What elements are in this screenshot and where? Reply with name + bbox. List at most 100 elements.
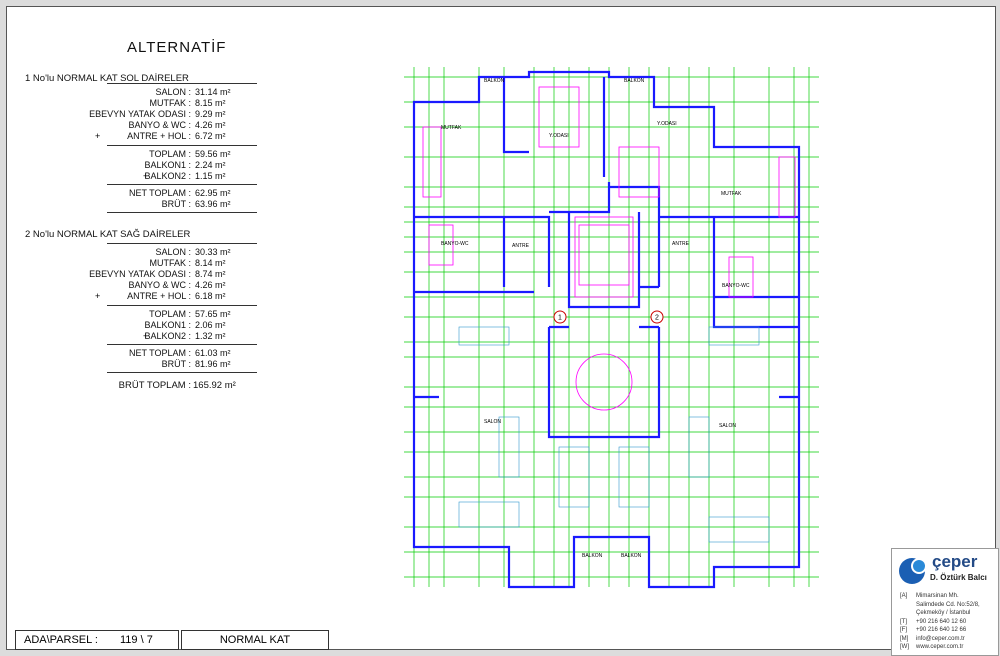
plus-sign: + bbox=[95, 131, 101, 141]
area-row-label: EBEVYN YATAK ODASI : bbox=[89, 109, 191, 119]
table-divider bbox=[107, 243, 257, 244]
area-row-label: SALON : bbox=[155, 247, 191, 257]
brut-row: BRÜT : 63.96 m² bbox=[107, 199, 247, 210]
area-row: ANTRE + HOL : 6.72 m² bbox=[107, 131, 247, 142]
table-divider bbox=[107, 344, 257, 345]
contact-value: +90 216 640 12 60 bbox=[916, 618, 967, 625]
toplam-row-label: TOPLAM : bbox=[149, 309, 191, 319]
plan-room-labels: BALKON BALKON Y.ODASI Y.ODASI MUTFAK MUTFAK BA… bbox=[441, 78, 750, 559]
area-row-label: BANYO & WC : bbox=[128, 280, 191, 290]
brut-row-label: BRÜT : bbox=[161, 359, 191, 369]
room-label: SALON bbox=[719, 423, 736, 429]
room-label: BANYO-WC bbox=[441, 241, 469, 247]
balkon1-row-value: 2.06 m² bbox=[195, 320, 226, 330]
company-block: çeper D. Öztürk Balcı [A] Mimarsinan Mh. S… bbox=[891, 548, 999, 656]
table-divider bbox=[107, 184, 257, 185]
area-row: BANYO & WC : 4.26 m² bbox=[107, 120, 247, 131]
area-row-value: 6.18 m² bbox=[195, 291, 226, 301]
brut-toplam-row: BRÜT TOPLAM : 165.92 m² bbox=[107, 380, 247, 391]
toplam-row: TOPLAM : 59.56 m² bbox=[107, 149, 247, 160]
table-divider bbox=[107, 145, 257, 146]
flat-number: 2 bbox=[655, 315, 659, 322]
area-row-value: 6.72 m² bbox=[195, 131, 226, 141]
floor-name-box: NORMAL KAT bbox=[181, 630, 329, 650]
balkon1-row-label: BALKON1 : bbox=[144, 160, 191, 170]
area-row: ANTRE + HOL : 6.18 m² bbox=[107, 291, 247, 302]
room-label: MUTFAK bbox=[441, 125, 462, 131]
kitchen-counter bbox=[422, 126, 442, 198]
balkon2-row: BALKON2 : 1.32 m² bbox=[107, 331, 247, 342]
room-label: BALKON bbox=[484, 78, 505, 84]
balkon1-row-value: 2.24 m² bbox=[195, 160, 226, 170]
room-label: ANTRE bbox=[672, 241, 690, 247]
area-row-label: BANYO & WC : bbox=[128, 120, 191, 130]
balkon2-row-value: 1.15 m² bbox=[195, 171, 226, 181]
contact-key: [M] bbox=[900, 635, 909, 642]
table-divider bbox=[107, 83, 257, 84]
room-label: Y.ODASI bbox=[549, 133, 569, 139]
contact-key: [W] bbox=[900, 644, 909, 650]
wall bbox=[549, 182, 661, 289]
brut-row-label: BRÜT : bbox=[161, 199, 191, 209]
area-row-label: EBEVYN YATAK ODASI : bbox=[89, 269, 191, 279]
contact-key: [F] bbox=[900, 627, 907, 633]
area-row-value: 30.33 m² bbox=[195, 247, 231, 257]
stairwell-icon bbox=[575, 353, 633, 411]
area-row: EBEVYN YATAK ODASI : 9.29 m² bbox=[89, 109, 247, 120]
net-toplam-row-label: NET TOPLAM : bbox=[128, 348, 191, 358]
section-heading-sag: 2 No'lu NORMAL KAT SAĞ DAİRELER bbox=[25, 229, 191, 240]
contact-value: www.ceper.com.tr bbox=[916, 644, 964, 650]
company-subtitle: D. Öztürk Balcı bbox=[930, 573, 987, 582]
area-row: MUTFAK : 8.14 m² bbox=[107, 258, 247, 269]
area-row-value: 4.26 m² bbox=[195, 280, 226, 290]
balkon2-row-value: 1.32 m² bbox=[195, 331, 226, 341]
net-toplam-row: NET TOPLAM : 62.95 m² bbox=[107, 188, 247, 199]
area-row-label: SALON : bbox=[155, 87, 191, 97]
room-label: BALKON bbox=[582, 553, 603, 559]
net-toplam-row-label: NET TOPLAM : bbox=[128, 188, 191, 198]
contact-value: info@ceper.com.tr bbox=[916, 635, 965, 642]
area-row-label: MUTFAK : bbox=[149, 98, 191, 108]
wall bbox=[414, 215, 551, 294]
plus-sign: + bbox=[143, 331, 149, 341]
contact-value: +90 216 640 12 66 bbox=[916, 627, 967, 633]
company-name: çeper bbox=[932, 552, 978, 571]
room-label: BALKON bbox=[624, 78, 645, 84]
furniture bbox=[708, 516, 770, 543]
balkon1-row: BALKON1 : 2.06 m² bbox=[107, 320, 247, 331]
bed bbox=[618, 146, 660, 198]
contact-value: Çekmeköy / İstanbul bbox=[916, 610, 971, 616]
area-row-value: 8.14 m² bbox=[195, 258, 226, 268]
area-row: SALON : 30.33 m² bbox=[107, 247, 247, 258]
room-label: Y.ODASI bbox=[657, 121, 677, 127]
area-row-label: MUTFAK : bbox=[149, 258, 191, 268]
balkon1-row: BALKON1 : 2.24 m² bbox=[107, 160, 247, 171]
brut-row-value: 63.96 m² bbox=[195, 199, 231, 209]
wall bbox=[567, 212, 641, 309]
room-label: MUTFAK bbox=[721, 191, 742, 197]
toplam-row-value: 59.56 m² bbox=[195, 149, 231, 159]
flat-number: 1 bbox=[558, 315, 562, 322]
area-row-label: ANTRE + HOL : bbox=[127, 291, 191, 301]
table-divider bbox=[107, 372, 257, 373]
page-title: ALTERNATİF bbox=[127, 39, 227, 56]
company-logo-icon bbox=[899, 558, 927, 584]
toplam-row: TOPLAM : 57.65 m² bbox=[107, 309, 247, 320]
contact-value: Salimdede Cd. No:52/8, bbox=[916, 601, 980, 608]
contact-value: Mimarsinan Mh. bbox=[916, 593, 959, 599]
furniture bbox=[498, 416, 520, 478]
area-row-value: 8.15 m² bbox=[195, 98, 226, 108]
area-row: EBEVYN YATAK ODASI : 8.74 m² bbox=[89, 269, 247, 280]
net-toplam-row-value: 62.95 m² bbox=[195, 188, 231, 198]
table-divider bbox=[107, 212, 257, 213]
contact-key: [A] bbox=[900, 593, 908, 599]
ada-parsel-label: ADA\PARSEL : bbox=[24, 634, 98, 646]
balkon2-row: BALKON2 : 1.15 m² bbox=[107, 171, 247, 182]
room-label: ANTRE bbox=[512, 243, 530, 249]
brut-toplam-value: 165.92 m² bbox=[193, 380, 236, 391]
plus-sign: + bbox=[143, 171, 149, 181]
furniture bbox=[458, 501, 520, 528]
wall bbox=[412, 70, 801, 589]
table-divider bbox=[107, 305, 257, 306]
balkon1-row-label: BALKON1 : bbox=[144, 320, 191, 330]
